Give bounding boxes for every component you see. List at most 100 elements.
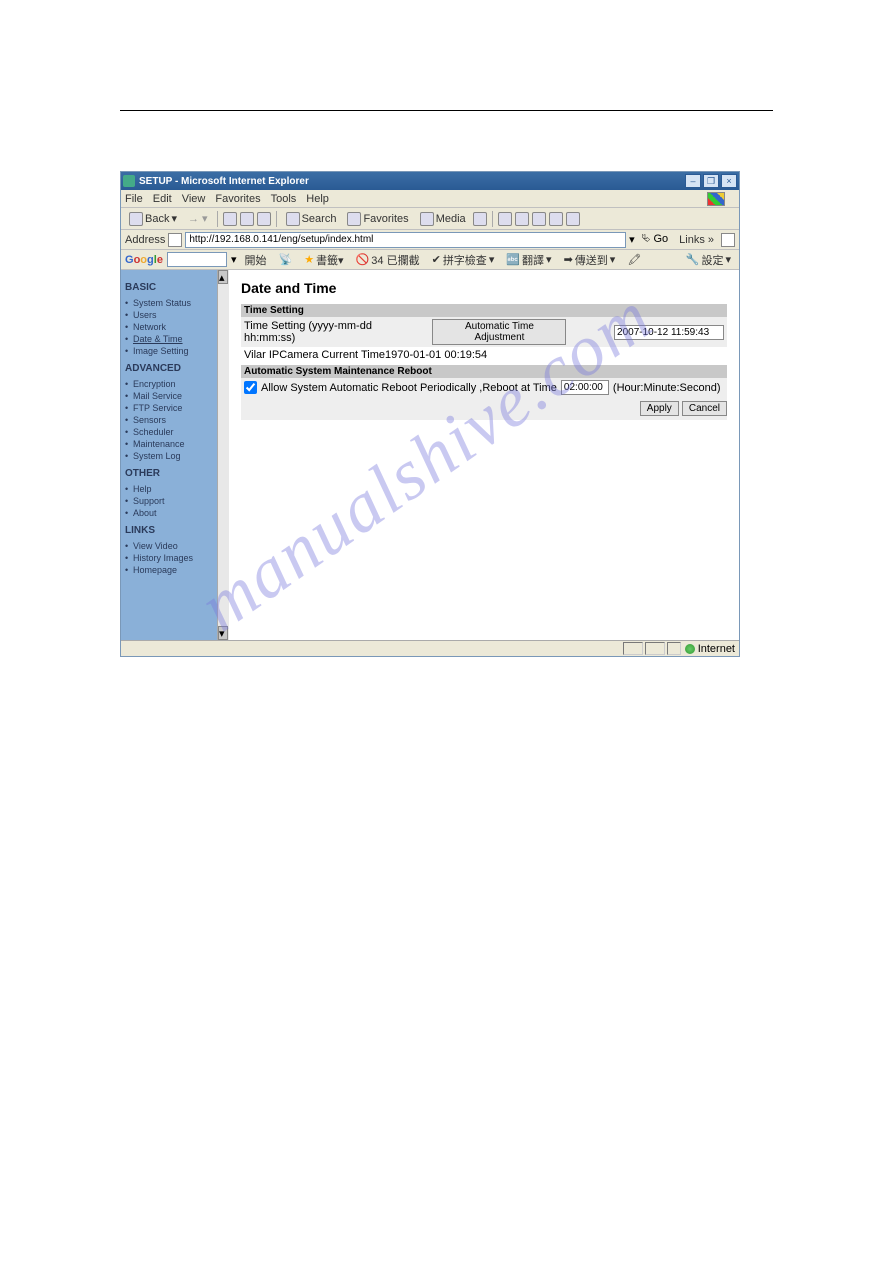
google-logo: Google <box>125 254 163 266</box>
scroll-up-button[interactable]: ▴ <box>218 270 228 284</box>
sidebar-item-ftp-service[interactable]: FTP Service <box>133 402 213 414</box>
sidebar-item-history-images[interactable]: History Images <box>133 552 213 564</box>
menu-view[interactable]: View <box>182 193 206 205</box>
globe-icon <box>685 644 695 654</box>
auto-time-adjustment-button[interactable]: Automatic Time Adjustment <box>432 319 566 345</box>
sidebar-item-encryption[interactable]: Encryption <box>133 378 213 390</box>
edit-icon[interactable] <box>532 212 546 226</box>
address-bar: Address ▾ ⮱ Go Links » <box>121 230 739 250</box>
reboot-time-input[interactable] <box>561 380 609 395</box>
google-popup-button[interactable]: 🚫 34 已攔截 <box>352 252 424 268</box>
sidebar-item-mail-service[interactable]: Mail Service <box>133 390 213 402</box>
toolbar: Back ▾ → ▾ Search Favorites Media <box>121 208 739 230</box>
reboot-header: Automatic System Maintenance Reboot <box>241 365 727 378</box>
address-dropdown[interactable]: ▾ <box>629 233 635 246</box>
google-start-button[interactable]: 開始 <box>240 252 270 268</box>
window-title: SETUP - Microsoft Internet Explorer <box>139 176 685 187</box>
google-translate-button[interactable]: 🔤 翻譯 ▾ <box>502 252 555 268</box>
menu-edit[interactable]: Edit <box>153 193 172 205</box>
print-icon[interactable] <box>515 212 529 226</box>
sidebar-item-scheduler[interactable]: Scheduler <box>133 426 213 438</box>
time-value-input[interactable] <box>614 325 724 340</box>
links-button[interactable]: Links » <box>675 234 718 246</box>
sidebar-item-users[interactable]: Users <box>133 309 213 321</box>
sidebar-item-about[interactable]: About <box>133 507 213 519</box>
sidebar-item-help[interactable]: Help <box>133 483 213 495</box>
statusbar: Internet <box>121 640 739 656</box>
sidebar-item-network[interactable]: Network <box>133 321 213 333</box>
current-time-text: Vilar IPCamera Current Time1970-01-01 00… <box>244 349 487 361</box>
google-search-input[interactable] <box>167 252 227 267</box>
ie-icon <box>123 175 135 187</box>
history-icon[interactable] <box>473 212 487 226</box>
google-highlight-button[interactable]: 🖍 <box>623 253 645 266</box>
google-toolbar: Google ▾ 開始 📡 ★ 書籤▾ 🚫 34 已攔截 ✔ 拼字檢查 ▾ 🔤 … <box>121 250 739 270</box>
scroll-down-button[interactable]: ▾ <box>218 626 228 640</box>
sidebar-item-support[interactable]: Support <box>133 495 213 507</box>
home-icon[interactable] <box>257 212 271 226</box>
cancel-button[interactable]: Cancel <box>682 401 727 416</box>
windows-flag-icon <box>707 192 725 206</box>
favorites-button[interactable]: Favorites <box>343 211 412 227</box>
back-icon <box>129 212 143 226</box>
back-button[interactable]: Back ▾ <box>125 211 181 227</box>
address-input[interactable] <box>185 232 626 248</box>
messenger-icon[interactable] <box>566 212 580 226</box>
reboot-units-label: (Hour:Minute:Second) <box>613 382 721 394</box>
apply-button[interactable]: Apply <box>640 401 679 416</box>
media-icon <box>420 212 434 226</box>
sidebar-item-sensors[interactable]: Sensors <box>133 414 213 426</box>
menu-tools[interactable]: Tools <box>271 193 297 205</box>
sidebar-basic-header: BASIC <box>125 282 213 293</box>
google-settings-button[interactable]: 🔧 設定 ▾ <box>682 252 735 268</box>
status-cell-3 <box>667 642 681 655</box>
page-divider <box>120 110 773 111</box>
google-bookmark-button[interactable]: ★ 書籤▾ <box>300 252 347 268</box>
sidebar-item-homepage[interactable]: Homepage <box>133 564 213 576</box>
status-zone: Internet <box>685 643 735 655</box>
sidebar-item-maintenance[interactable]: Maintenance <box>133 438 213 450</box>
time-setting-header: Time Setting <box>241 304 727 317</box>
allow-reboot-checkbox[interactable] <box>244 381 257 394</box>
star-icon <box>347 212 361 226</box>
google-sendto-button[interactable]: ➡ 傳送到 ▾ <box>560 252 620 268</box>
sidebar-item-system-log[interactable]: System Log <box>133 450 213 462</box>
sidebar-scrollbar[interactable]: ▴ ▾ <box>217 270 229 640</box>
discuss-icon[interactable] <box>549 212 563 226</box>
maximize-button[interactable]: ❐ <box>703 174 719 188</box>
minimize-button[interactable]: – <box>685 174 701 188</box>
media-button[interactable]: Media <box>416 211 470 227</box>
page-title: Date and Time <box>241 280 727 296</box>
page-icon <box>168 233 182 247</box>
mail-icon[interactable] <box>498 212 512 226</box>
reboot-label: Allow System Automatic Reboot Periodical… <box>261 382 557 394</box>
titlebar: SETUP - Microsoft Internet Explorer – ❐ … <box>121 172 739 190</box>
google-search-dropdown[interactable]: ▾ <box>231 253 237 266</box>
sidebar-links-header: LINKS <box>125 525 213 536</box>
main-panel: Date and Time Time Setting Time Setting … <box>229 270 739 640</box>
browser-window: SETUP - Microsoft Internet Explorer – ❐ … <box>120 171 740 657</box>
sidebar: BASIC System Status Users Network Date &… <box>121 270 217 640</box>
time-setting-label: Time Setting (yyyy-mm-dd hh:mm:ss) <box>244 320 424 344</box>
search-icon <box>286 212 300 226</box>
menubar: File Edit View Favorites Tools Help <box>121 190 739 208</box>
search-button[interactable]: Search <box>282 211 341 227</box>
google-feed-button[interactable]: 📡 <box>274 253 296 266</box>
sidebar-item-date-time[interactable]: Date & Time <box>133 333 213 345</box>
stop-icon[interactable] <box>223 212 237 226</box>
go-button[interactable]: ⮱ Go <box>638 233 673 246</box>
sidebar-advanced-header: ADVANCED <box>125 363 213 374</box>
sidebar-item-system-status[interactable]: System Status <box>133 297 213 309</box>
google-spellcheck-button[interactable]: ✔ 拼字檢查 ▾ <box>428 252 499 268</box>
menu-favorites[interactable]: Favorites <box>215 193 260 205</box>
address-label: Address <box>125 234 165 246</box>
forward-button[interactable]: → ▾ <box>184 211 212 226</box>
sidebar-other-header: OTHER <box>125 468 213 479</box>
sidebar-item-view-video[interactable]: View Video <box>133 540 213 552</box>
close-button[interactable]: × <box>721 174 737 188</box>
links-icon[interactable] <box>721 233 735 247</box>
menu-file[interactable]: File <box>125 193 143 205</box>
refresh-icon[interactable] <box>240 212 254 226</box>
sidebar-item-image-setting[interactable]: Image Setting <box>133 345 213 357</box>
menu-help[interactable]: Help <box>306 193 329 205</box>
